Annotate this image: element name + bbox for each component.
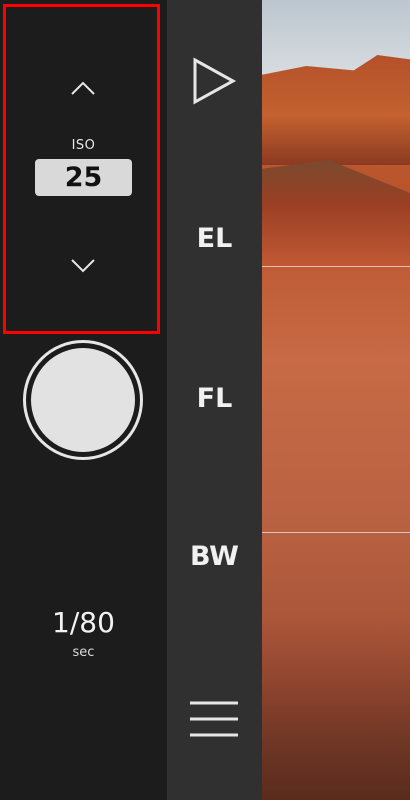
fl-mode-button[interactable]: FL — [167, 383, 262, 414]
shutter-speed-value[interactable]: 1/80 — [0, 606, 167, 639]
hamburger-menu-icon — [190, 701, 238, 737]
play-button[interactable] — [191, 56, 239, 106]
play-icon — [193, 57, 237, 105]
shutter-button[interactable] — [23, 340, 143, 460]
viewfinder-preview[interactable] — [262, 0, 410, 800]
menu-button[interactable] — [190, 700, 238, 738]
grid-line-top — [262, 266, 410, 267]
viewfinder-shadow — [262, 620, 410, 800]
shutter-speed-unit: sec — [72, 645, 95, 660]
iso-control-highlight — [3, 4, 160, 334]
viewfinder-ridge — [262, 160, 410, 270]
grid-line-bottom — [262, 532, 410, 533]
el-mode-button[interactable]: EL — [167, 223, 262, 254]
shutter-button-inner — [31, 348, 135, 452]
bw-mode-button[interactable]: BW — [167, 541, 262, 572]
viewfinder-cliff — [262, 55, 410, 165]
